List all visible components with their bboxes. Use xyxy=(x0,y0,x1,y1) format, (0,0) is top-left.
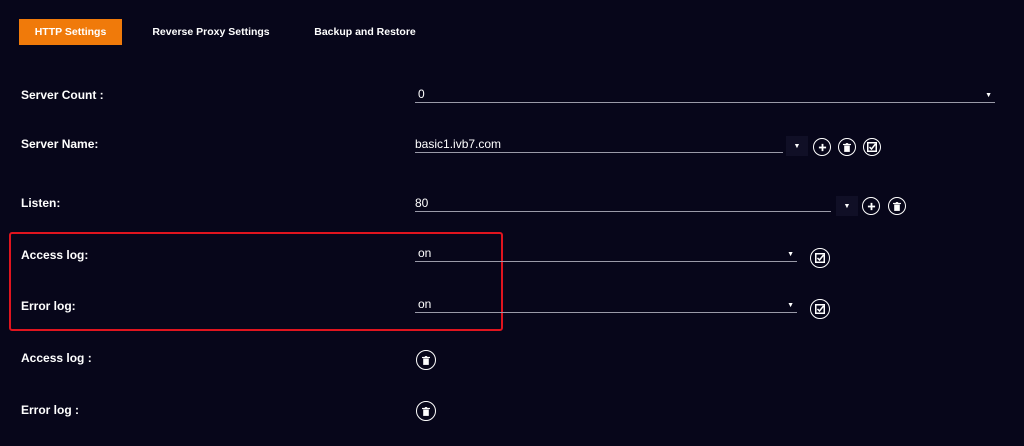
server-name-value: basic1.ivb7.com xyxy=(415,137,502,151)
error-log-label: Error log: xyxy=(21,299,76,313)
caret-down-icon: ▼ xyxy=(843,202,851,210)
caret-down-icon: ▼ xyxy=(787,251,794,258)
checkbox-icon xyxy=(815,253,825,263)
listen-input[interactable]: 80 xyxy=(415,195,831,212)
checkbox-icon xyxy=(867,142,877,152)
plus-icon xyxy=(818,143,826,151)
trash-icon xyxy=(893,201,901,211)
error-log-value: on xyxy=(418,297,432,311)
server-name-input[interactable]: basic1.ivb7.com xyxy=(415,136,783,153)
access-log-value: on xyxy=(418,246,432,260)
tab-reverse-proxy-settings[interactable]: Reverse Proxy Settings xyxy=(148,19,274,45)
caret-down-icon: ▼ xyxy=(787,302,794,309)
server-name-delete-button[interactable] xyxy=(838,138,856,156)
server-name-add-button[interactable] xyxy=(813,138,831,156)
server-name-label: Server Name: xyxy=(21,137,99,151)
server-name-dropdown-button[interactable]: ▼ xyxy=(786,136,808,156)
access-log-confirm-button[interactable] xyxy=(810,248,830,268)
error-log-select[interactable]: on ▼ xyxy=(415,296,797,313)
caret-down-icon: ▼ xyxy=(793,142,801,150)
tab-backup-and-restore[interactable]: Backup and Restore xyxy=(308,19,422,45)
access-log-list-label: Access log : xyxy=(21,351,92,365)
trash-icon xyxy=(422,355,430,365)
listen-value: 80 xyxy=(415,196,429,210)
listen-dropdown-button[interactable]: ▼ xyxy=(836,196,858,216)
error-log-delete-button[interactable] xyxy=(416,401,436,421)
server-name-confirm-button[interactable] xyxy=(863,138,881,156)
access-log-label: Access log: xyxy=(21,248,89,262)
server-count-select[interactable]: 0 ▼ xyxy=(415,86,995,103)
error-log-confirm-button[interactable] xyxy=(810,299,830,319)
tab-http-settings[interactable]: HTTP Settings xyxy=(19,19,122,45)
access-log-delete-button[interactable] xyxy=(416,350,436,370)
plus-icon xyxy=(867,202,875,210)
listen-add-button[interactable] xyxy=(862,197,880,215)
trash-icon xyxy=(843,142,851,152)
checkbox-icon xyxy=(815,304,825,314)
listen-label: Listen: xyxy=(21,196,61,210)
error-log-list-label: Error log : xyxy=(21,403,80,417)
listen-delete-button[interactable] xyxy=(888,197,906,215)
caret-down-icon: ▼ xyxy=(985,92,992,99)
access-log-select[interactable]: on ▼ xyxy=(415,245,797,262)
server-count-value: 0 xyxy=(418,87,425,101)
server-count-label: Server Count : xyxy=(21,88,104,102)
trash-icon xyxy=(422,406,430,416)
